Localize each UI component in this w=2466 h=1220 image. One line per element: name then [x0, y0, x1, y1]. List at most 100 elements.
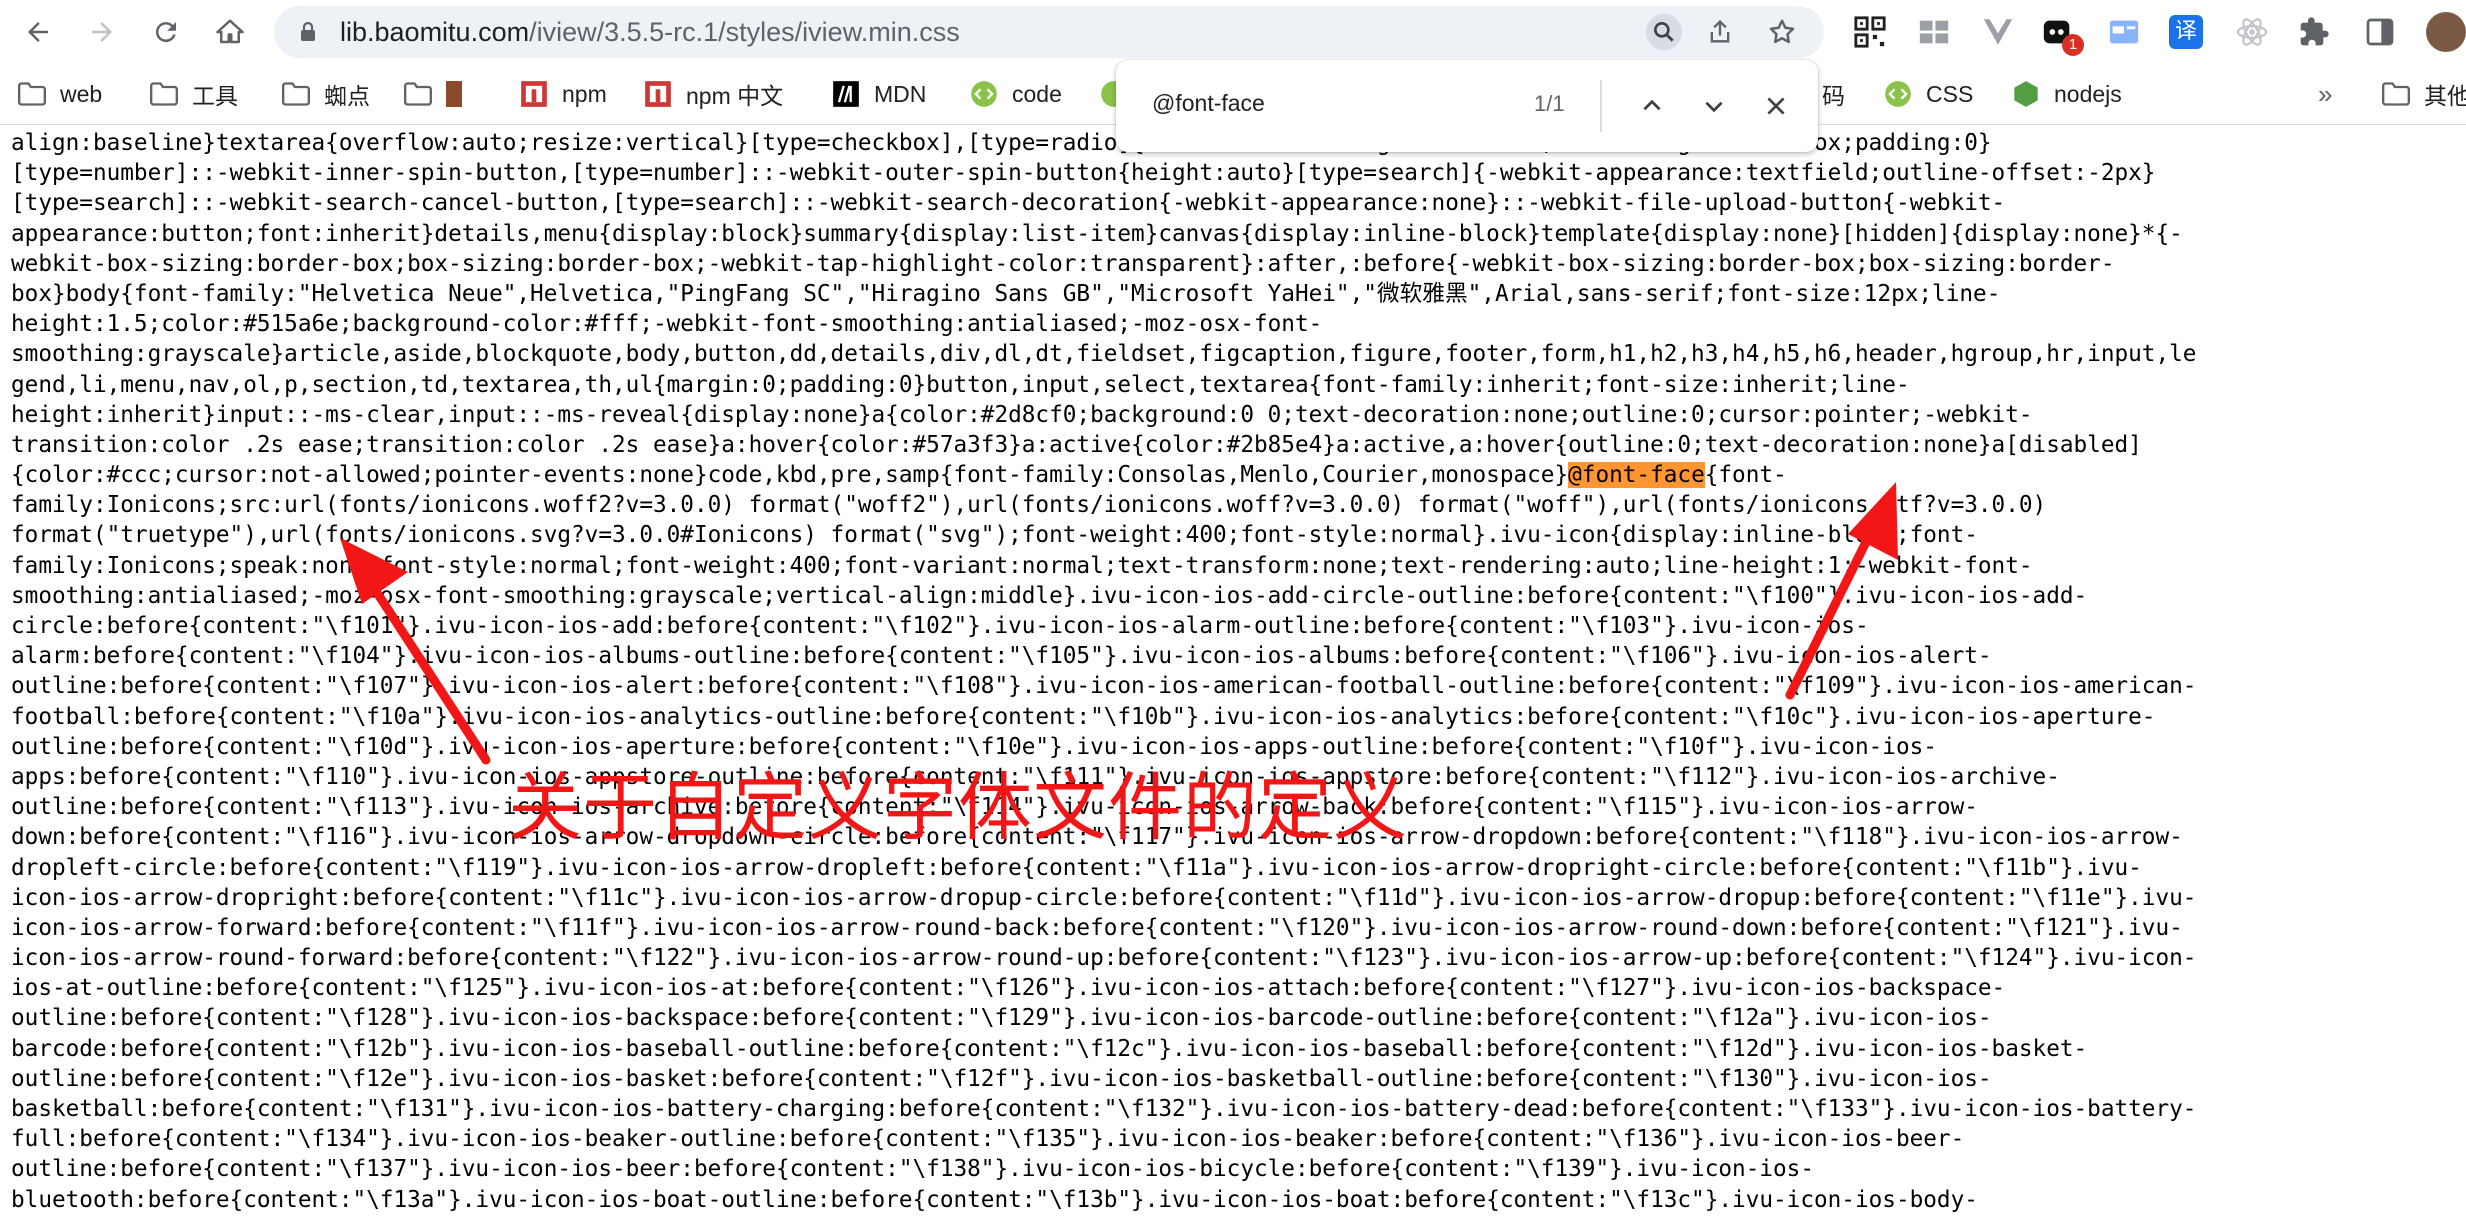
- url-path: /iview/3.5.5-rc.1/styles/iview.min.css: [529, 17, 960, 47]
- star-icon: [1769, 19, 1795, 44]
- bookmark-label: 码: [1822, 83, 1845, 109]
- code-icon: [970, 80, 998, 108]
- folder-icon: [150, 80, 178, 108]
- code-line: icon-ios-arrow-dropright:before{content:…: [11, 884, 2197, 911]
- translate-icon: 译: [2169, 15, 2203, 49]
- code-line: outline:before{content:"\f12e"}.ivu-icon…: [11, 1065, 1992, 1092]
- code-line: gend,li,menu,nav,ol,p,section,td,textare…: [11, 371, 1910, 398]
- code-line: basketball:before{content:"\f131"}.ivu-i…: [11, 1096, 2197, 1122]
- bookmark-label: MDN: [874, 80, 927, 107]
- chevron-down-icon: [1705, 101, 1723, 113]
- code-line: alarm:before{content:"\f104"}.ivu-icon-i…: [11, 643, 1992, 670]
- folder-icon: [2382, 80, 2410, 108]
- npm-icon: [520, 80, 548, 108]
- bookmark-css[interactable]: CSS: [1884, 78, 1973, 110]
- url-host: lib.baomitu.com: [340, 17, 530, 47]
- code-line: [type=number]::-webkit-inner-spin-button…: [11, 160, 2156, 187]
- home-icon: [216, 19, 244, 44]
- chevron-up-icon: [1643, 99, 1661, 111]
- bookmark-folder-tools[interactable]: 工具: [150, 78, 238, 110]
- bookmark-folder-zhidian[interactable]: 蜘点: [282, 78, 370, 110]
- grid-extension[interactable]: [1916, 14, 1952, 50]
- arrow-right-icon: [92, 22, 112, 42]
- home-button[interactable]: [210, 12, 250, 52]
- badge-extension[interactable]: 1: [2040, 14, 2084, 56]
- bookmark-folder-web[interactable]: web: [18, 78, 102, 110]
- code-line: smoothing:grayscale}article,aside,blockq…: [11, 341, 2197, 368]
- find-in-page-button[interactable]: [1646, 14, 1682, 50]
- bookmark-npm-chinese[interactable]: npm 中文: [644, 78, 783, 110]
- qr-code-icon: [1854, 16, 1886, 48]
- search-highlight: @font-face: [1568, 462, 1705, 489]
- folder-icon: [18, 80, 46, 108]
- code-line: outline:before{content:"\f137"}.ivu-icon…: [11, 1156, 1814, 1183]
- bookmark-label: 工具: [192, 83, 238, 109]
- bookmark-npm[interactable]: npm: [520, 78, 607, 110]
- bookmark-star-button[interactable]: [1764, 14, 1800, 50]
- code-line: appearance:button;font:inherit}details,m…: [11, 220, 2183, 247]
- browser-toolbar: lib.baomitu.com/iview/3.5.5-rc.1/styles/…: [0, 0, 2466, 64]
- search-icon: [1654, 22, 1674, 42]
- nodejs-icon: [2012, 80, 2040, 108]
- profile-avatar[interactable]: [2426, 12, 2466, 52]
- qr-code-extension[interactable]: [1852, 14, 1888, 50]
- bookmark-label: 蜘点: [324, 83, 370, 109]
- bookmark-favicon: [446, 81, 462, 107]
- bookmarks-overflow-button[interactable]: »: [2318, 78, 2332, 110]
- code-line: bluetooth:before{content:"\f13a"}.ivu-ic…: [11, 1186, 1978, 1213]
- code-icon: [1884, 80, 1912, 108]
- bookmark-folder-other[interactable]: 其他: [2382, 78, 2466, 110]
- url-text[interactable]: lib.baomitu.com/iview/3.5.5-rc.1/styles/…: [340, 17, 960, 48]
- code-line: full:before{content:"\f134"}.ivu-icon-io…: [11, 1126, 1965, 1153]
- bookmark-label: CSS: [1926, 80, 1974, 107]
- find-bar: @font-face 1/1: [1116, 60, 1818, 152]
- code-line: webkit-box-sizing:border-box;box-sizing:…: [11, 250, 2115, 277]
- share-button[interactable]: [1702, 14, 1738, 50]
- react-devtools-extension[interactable]: [2234, 14, 2270, 50]
- code-line: height:1.5;color:#515a6e;background-colo…: [11, 311, 1323, 338]
- vue-devtools-extension[interactable]: [1980, 14, 2016, 50]
- code-line: format("truetype"),url(fonts/ionicons.sv…: [11, 522, 1978, 549]
- code-line: transition:color .2s ease;transition:col…: [11, 431, 2142, 458]
- forward-button[interactable]: [82, 12, 122, 52]
- extensions-menu-button[interactable]: [2296, 14, 2332, 50]
- back-button[interactable]: [18, 12, 58, 52]
- code-line: smoothing:antialiased;-moz-osx-font-smoo…: [11, 582, 2088, 609]
- code-line: family:Ionicons;src:url(fonts/ionicons.w…: [11, 492, 2047, 519]
- code-line: outline:before{content:"\f128"}.ivu-icon…: [11, 1005, 1992, 1032]
- close-icon: [1767, 97, 1785, 115]
- bookmark-label: web: [60, 80, 103, 107]
- reload-icon: [155, 22, 176, 43]
- bookmark-code[interactable]: code: [970, 78, 1062, 110]
- puzzle-icon: [2300, 17, 2329, 46]
- reload-button[interactable]: [146, 12, 186, 52]
- window-extension[interactable]: [2106, 14, 2142, 50]
- bookmark-label: npm: [562, 80, 607, 107]
- extension-badge: 1: [2062, 34, 2084, 56]
- code-line: [type=search]::-webkit-search-cancel-but…: [11, 190, 2006, 217]
- share-icon: [1710, 19, 1730, 43]
- side-panel-button[interactable]: [2362, 14, 2398, 50]
- code-line: height:inherit}input::-ms-clear,input::-…: [11, 401, 2033, 428]
- find-divider: [1600, 80, 1602, 132]
- bookmark-label: nodejs: [2054, 80, 2122, 107]
- npm-icon: [644, 80, 672, 108]
- code-line: football:before{content:"\f10a"}.ivu-ico…: [11, 703, 2156, 730]
- translate-extension[interactable]: 译: [2168, 14, 2204, 50]
- find-previous-button[interactable]: [1630, 84, 1674, 128]
- address-bar[interactable]: lib.baomitu.com/iview/3.5.5-rc.1/styles/…: [274, 6, 1824, 58]
- bookmark-nodejs[interactable]: nodejs: [2012, 78, 2122, 110]
- vue-icon: [1983, 19, 2013, 45]
- code-line: box}body{font-family:"Helvetica Neue",He…: [11, 280, 2001, 307]
- bookmark-label: code: [1012, 80, 1062, 107]
- side-panel-icon: [2366, 18, 2394, 46]
- annotation-text: 关于自定义字体文件的定义: [508, 765, 1408, 851]
- bookmark-ma[interactable]: 码: [1822, 78, 1845, 110]
- find-input[interactable]: @font-face: [1152, 90, 1265, 117]
- bookmark-folder-unnamed[interactable]: [404, 78, 470, 110]
- lock-icon[interactable]: [296, 20, 320, 44]
- find-close-button[interactable]: [1754, 84, 1798, 128]
- double-chevron-icon: »: [2318, 78, 2333, 109]
- find-next-button[interactable]: [1692, 84, 1736, 128]
- bookmark-mdn[interactable]: MDN: [832, 78, 926, 110]
